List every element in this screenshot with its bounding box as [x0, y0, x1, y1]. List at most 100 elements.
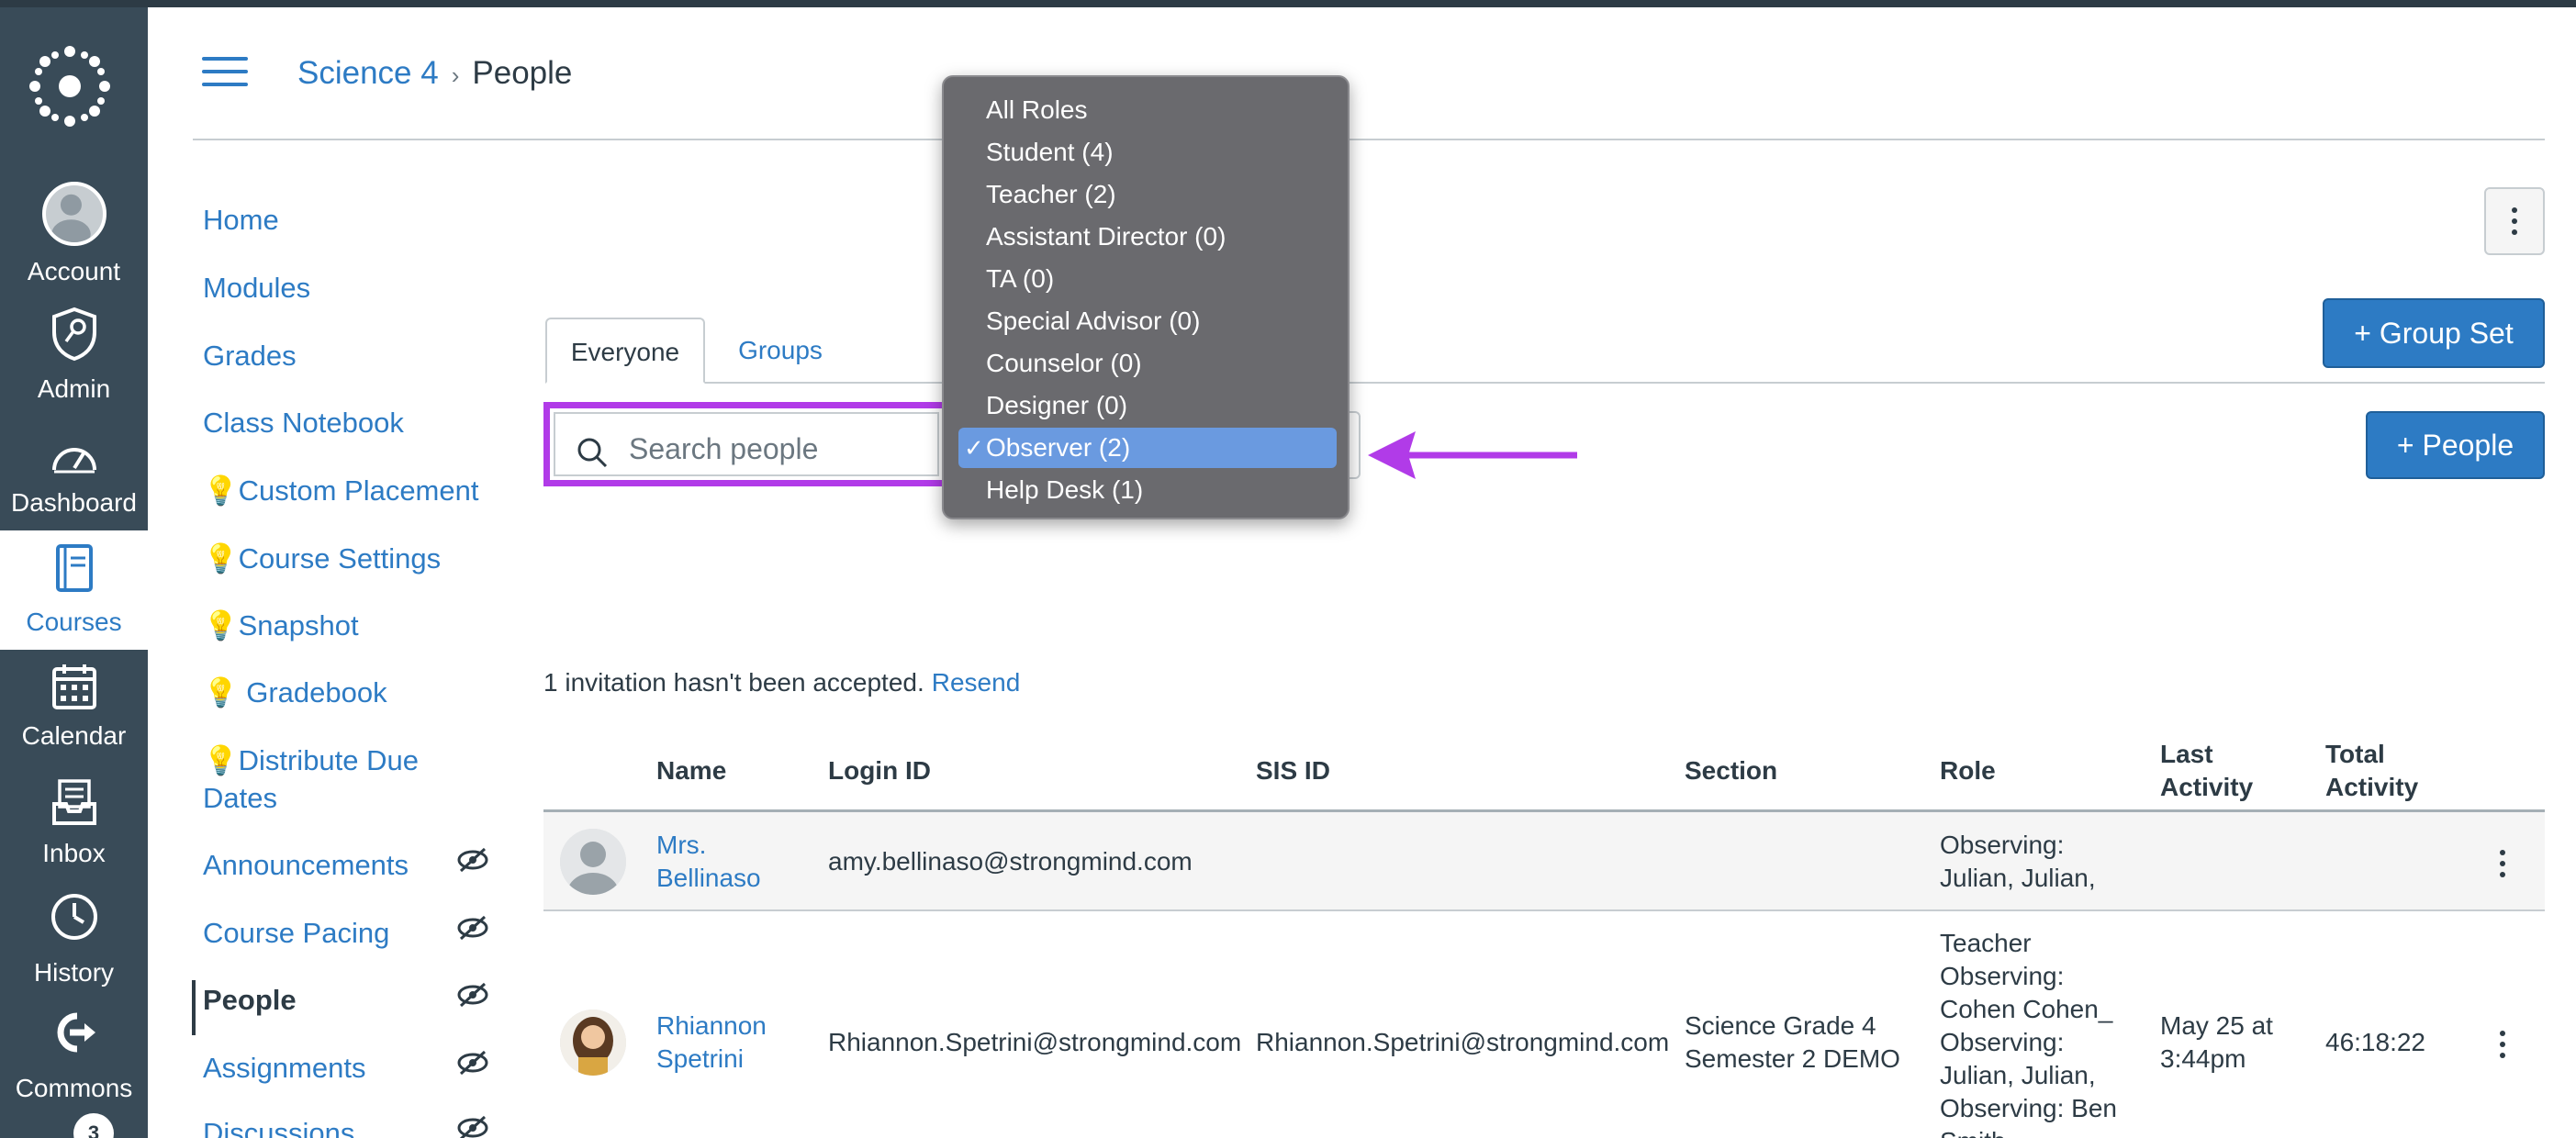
course-nav-assignments[interactable]: Assignments — [203, 1049, 365, 1087]
global-nav-admin[interactable]: Admin — [0, 301, 148, 409]
row-options-kebab-icon[interactable] — [2493, 847, 2512, 880]
breadcrumb-course-link[interactable]: Science 4 — [297, 55, 439, 91]
global-nav-label: Commons — [15, 1074, 133, 1102]
column-header-total-activity[interactable]: Total Activity — [2325, 738, 2418, 804]
role-option-teacher[interactable]: Teacher (2) — [958, 174, 1337, 215]
course-nav-people[interactable]: People — [203, 981, 297, 1019]
global-nav-dashboard[interactable]: Dashboard — [0, 430, 148, 538]
course-nav-course-pacing[interactable]: Course Pacing — [203, 914, 389, 952]
global-nav-commons[interactable]: Commons — [0, 1008, 148, 1116]
calendar-icon — [51, 664, 96, 709]
course-menu-toggle-button[interactable] — [202, 57, 248, 90]
commons-arrow-icon — [57, 1012, 95, 1053]
inbox-icon — [51, 779, 96, 825]
notification-badge: 3 — [73, 1113, 114, 1138]
global-nav-label: History — [33, 958, 115, 987]
tab-everyone[interactable]: Everyone — [545, 318, 705, 384]
role-line: Cohen Cohen_ — [1940, 995, 2113, 1023]
avatar[interactable] — [560, 1010, 626, 1076]
user-avatar-icon — [41, 182, 106, 246]
global-nav-label: Calendar — [21, 721, 127, 750]
add-people-button[interactable]: + People — [2366, 411, 2545, 479]
role-line: Observing: Ben — [1940, 1094, 2117, 1122]
hidden-eye-icon — [457, 1115, 488, 1138]
kebab-icon — [2512, 205, 2517, 238]
role-option-assistant-director[interactable]: Assistant Director (0) — [958, 217, 1337, 257]
tab-groups[interactable]: Groups — [725, 318, 835, 384]
section-cell: Science Grade 4 Semester 2 DEMO — [1685, 1010, 1900, 1076]
role-line: Teacher — [1940, 929, 2032, 957]
course-nav-custom-placement[interactable]: 💡Custom Placement — [203, 472, 478, 509]
page-options-button[interactable] — [2484, 187, 2545, 255]
course-nav-grades[interactable]: Grades — [203, 337, 297, 374]
course-nav-course-settings[interactable]: 💡Course Settings — [203, 540, 441, 577]
breadcrumb-separator: › — [451, 61, 460, 89]
role-cell: Teacher Observing: Cohen Cohen_ Observin… — [1940, 927, 2117, 1138]
role-option-observer-selected[interactable]: ✓ Observer (2) — [958, 428, 1337, 468]
role-option-designer[interactable]: Designer (0) — [958, 385, 1337, 426]
global-nav-calendar[interactable]: Calendar — [0, 657, 148, 765]
course-nav-gradebook[interactable]: 💡 Gradebook — [203, 674, 387, 711]
role-option-student[interactable]: Student (4) — [958, 132, 1337, 173]
global-navigation: Account Admin Dashboard Courses Calendar… — [0, 7, 148, 1138]
column-header-section[interactable]: Section — [1685, 754, 1777, 787]
course-nav-active-indicator — [192, 980, 196, 1035]
course-nav-snapshot[interactable]: 💡Snapshot — [203, 607, 359, 644]
canvas-logo-icon[interactable] — [28, 44, 112, 128]
name-line: Rhiannon — [656, 1011, 767, 1040]
course-nav-home[interactable]: Home — [203, 201, 279, 239]
header-line: Activity — [2325, 773, 2419, 801]
course-nav-distribute-due-dates[interactable]: 💡Distribute Due Dates — [203, 742, 478, 817]
name-line: Mrs. — [656, 831, 707, 859]
person-name-link[interactable]: Mrs. Bellinaso — [656, 829, 761, 895]
book-icon — [55, 544, 93, 592]
tabs-divider — [545, 382, 2545, 384]
role-line: Observing: — [1940, 962, 2065, 990]
course-nav-class-notebook[interactable]: Class Notebook — [203, 404, 404, 441]
global-nav-history[interactable]: History — [0, 890, 148, 999]
column-header-login-id[interactable]: Login ID — [828, 754, 931, 787]
role-option-label: Observer (2) — [986, 433, 1131, 462]
role-option-all-roles[interactable]: All Roles — [958, 90, 1337, 130]
column-header-role[interactable]: Role — [1940, 754, 1996, 787]
role-option-counselor[interactable]: Counselor (0) — [958, 343, 1337, 384]
header-line: Activity — [2160, 773, 2254, 801]
role-line: Julian, Julian, — [1940, 1061, 2096, 1089]
global-nav-label: Courses — [26, 608, 122, 636]
last-activity-cell: May 25 at 3:44pm — [2160, 1010, 2273, 1076]
course-nav-announcements[interactable]: Announcements — [203, 846, 409, 884]
global-nav-courses[interactable]: Courses — [0, 530, 148, 650]
column-header-sis-id[interactable]: SIS ID — [1256, 754, 1330, 787]
course-nav-discussions[interactable]: Discussions — [203, 1114, 354, 1138]
table-row: Rhiannon Spetrini Rhiannon.Spetrini@stro… — [543, 913, 2545, 1138]
add-group-set-button[interactable]: + Group Set — [2323, 298, 2545, 368]
role-dropdown-menu: All Roles Student (4) Teacher (2) Assist… — [942, 75, 1350, 519]
name-line: Bellinaso — [656, 864, 761, 892]
invitation-text: 1 invitation hasn't been accepted. — [543, 668, 924, 697]
row-options-kebab-icon[interactable] — [2493, 1028, 2512, 1061]
global-nav-account[interactable]: Account — [0, 173, 148, 285]
global-nav-label: Admin — [37, 374, 111, 403]
column-header-name[interactable]: Name — [656, 754, 726, 787]
global-nav-label: Account — [27, 257, 121, 285]
last-activity-line: 3:44pm — [2160, 1044, 2246, 1073]
resend-invitation-link[interactable]: Resend — [932, 668, 1021, 697]
role-line: Julian, Julian, — [1940, 864, 2096, 892]
global-nav-inbox[interactable]: Inbox — [0, 773, 148, 881]
section-line: Science Grade 4 — [1685, 1011, 1876, 1040]
search-people-input[interactable] — [629, 430, 941, 467]
global-nav-label: Dashboard — [11, 488, 137, 517]
annotation-arrow-icon — [1368, 431, 1577, 479]
last-activity-line: May 25 at — [2160, 1011, 2273, 1040]
role-option-special-advisor[interactable]: Special Advisor (0) — [958, 301, 1337, 341]
role-cell: Observing: Julian, Julian, — [1940, 829, 2096, 895]
hidden-eye-icon — [457, 982, 488, 1008]
role-option-ta[interactable]: TA (0) — [958, 259, 1337, 299]
speedometer-icon — [51, 448, 96, 474]
role-option-help-desk[interactable]: Help Desk (1) — [958, 470, 1337, 510]
avatar[interactable] — [560, 829, 626, 895]
header-line: Total — [2325, 740, 2385, 768]
course-nav-modules[interactable]: Modules — [203, 269, 310, 307]
person-name-link[interactable]: Rhiannon Spetrini — [656, 1010, 767, 1076]
column-header-last-activity[interactable]: Last Activity — [2160, 738, 2253, 804]
